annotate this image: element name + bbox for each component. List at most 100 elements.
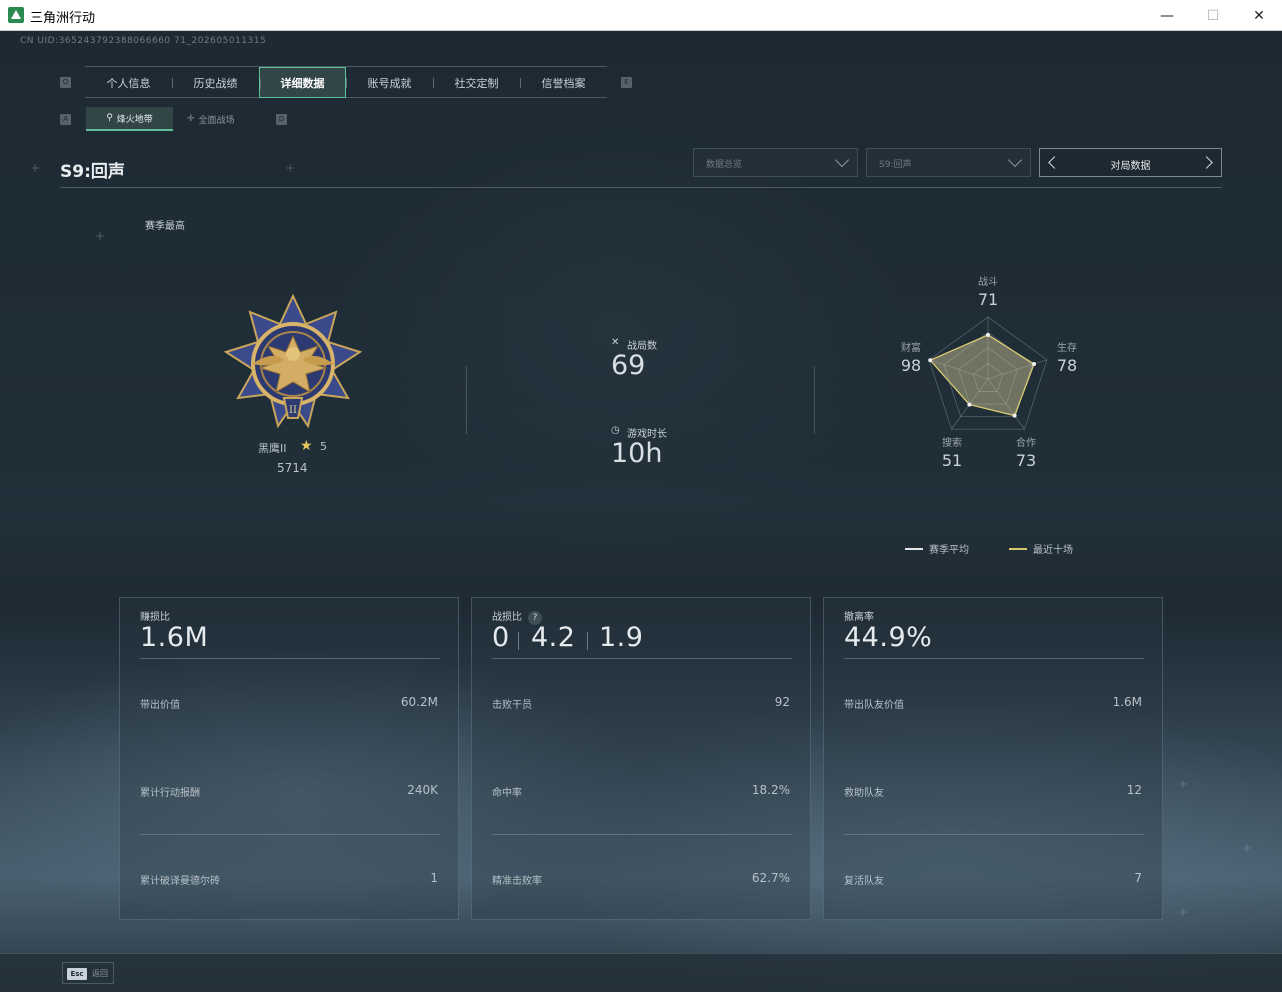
data-scope-dropdown[interactable]: 数据总览 xyxy=(693,148,858,177)
tab-personal-info[interactable]: 个人信息 xyxy=(85,67,172,98)
back-label: 返回 xyxy=(92,969,108,978)
clock-icon: ◷ xyxy=(611,425,620,436)
profit-panel: 赚损比 1.6M 带出价值 60.2M 累计行动报酬 240K 累计破译曼德尔砖… xyxy=(119,597,459,920)
tab-social[interactable]: 社交定制 xyxy=(433,67,520,98)
deco-plus-icon: + xyxy=(1178,905,1189,919)
total-reward-label: 累计行动报酬 xyxy=(140,788,200,799)
header-divider xyxy=(60,187,1222,188)
legend-swatch xyxy=(905,547,923,550)
teammates-helped-label: 救助队友 xyxy=(844,788,884,799)
section-divider xyxy=(466,366,467,434)
radar-point xyxy=(1031,362,1036,367)
panel-divider xyxy=(140,658,440,659)
tab-match-history[interactable]: 历史战绩 xyxy=(172,67,259,98)
teammates-revived-label: 复活队友 xyxy=(844,876,884,887)
window-title: 三角洲行动 xyxy=(30,11,96,26)
radar-point xyxy=(986,332,990,337)
subtab-warfare-label: 全面战场 xyxy=(198,115,235,126)
tab-reputation[interactable]: 信誉档案 xyxy=(520,67,607,98)
radar-series-season-average xyxy=(929,334,1035,417)
maximize-button[interactable]: ☐ xyxy=(1190,0,1236,31)
data-scope-value: 数据总览 xyxy=(706,160,743,170)
decoded-bricks-label: 累计破译曼德尔砖 xyxy=(140,876,220,887)
mode-subtabs: ⚲ 烽火地带 ✛ 全面战场 xyxy=(86,107,249,131)
chevron-down-icon xyxy=(834,152,850,168)
extraction-rate-value: 44.9% xyxy=(844,622,933,653)
headshot-rate-label: 精准击败率 xyxy=(492,876,542,887)
deco-plus-icon: + xyxy=(285,161,296,175)
subtab-prev-key-hint[interactable]: A xyxy=(60,114,71,125)
crosshair-icon: ✛ xyxy=(187,114,195,124)
rank-star-count: 5 xyxy=(320,440,327,453)
panel-divider xyxy=(844,658,1144,659)
radar-axis-search-value: 51 xyxy=(941,451,963,470)
radar-icon: ⚲ xyxy=(106,113,113,123)
radar-point xyxy=(967,402,972,407)
tab-prev-key-hint[interactable]: Q xyxy=(60,77,71,88)
teammate-value: 1.6M xyxy=(1112,695,1142,709)
main-tabs: 个人信息 历史战绩 详细数据 账号成就 社交定制 信誉档案 xyxy=(85,66,607,98)
legend-season-average: 赛季平均 xyxy=(905,541,969,556)
deco-plus-icon: + xyxy=(95,229,106,243)
decoded-bricks-value: 1 xyxy=(430,871,438,885)
extraction-rate-label: 撤离率 xyxy=(844,612,874,623)
panel-divider xyxy=(492,834,792,835)
operators-killed-value: 92 xyxy=(774,695,790,709)
radar-axis-teamwork-value: 73 xyxy=(1015,451,1037,470)
season-dropdown-value: S9:回声 xyxy=(879,160,912,170)
profit-ratio-label: 赚损比 xyxy=(140,612,170,623)
kd-value-1: 0 xyxy=(492,622,510,653)
teammate-value-label: 带出队友价值 xyxy=(844,700,904,711)
legend-swatch xyxy=(1009,547,1027,550)
total-reward-value: 240K xyxy=(407,783,438,797)
season-dropdown[interactable]: S9:回声 xyxy=(866,148,1031,177)
kd-separator xyxy=(587,632,588,650)
subtab-operations[interactable]: ⚲ 烽火地带 xyxy=(86,107,173,131)
deco-plus-icon: + xyxy=(1178,777,1189,791)
radar-point xyxy=(1012,413,1017,418)
radar-axis-combat-label: 战斗 xyxy=(978,277,998,288)
tab-achievements[interactable]: 账号成就 xyxy=(346,67,433,98)
season-title: S9:回声 xyxy=(60,162,125,182)
chevron-down-icon xyxy=(1007,152,1023,168)
crossed-swords-icon: ✕ xyxy=(611,337,620,348)
player-uid: CN UID:365243792388066660 71_20260501131… xyxy=(20,36,267,46)
rank-name: 黑鹰II xyxy=(258,442,287,455)
teammates-helped-value: 12 xyxy=(1126,783,1142,797)
svg-text:II: II xyxy=(289,405,297,416)
headshot-rate-value: 62.7% xyxy=(751,871,790,885)
close-button[interactable]: ✕ xyxy=(1236,0,1282,31)
legend-season-average-label: 赛季平均 xyxy=(929,545,969,556)
kd-separator xyxy=(518,632,519,650)
star-icon: ★ xyxy=(300,438,313,454)
radar-axis-combat-value: 71 xyxy=(977,290,999,309)
kd-value-3: 1.9 xyxy=(599,622,644,653)
subtab-warfare[interactable]: ✛ 全面战场 xyxy=(173,107,249,131)
deco-plus-icon: + xyxy=(30,161,41,175)
match-data-nav: 对局数据 xyxy=(1039,148,1222,177)
section-divider xyxy=(814,366,815,434)
legend-recent-ten: 最近十场 xyxy=(1009,541,1073,556)
tab-detailed-data[interactable]: 详细数据 xyxy=(259,67,346,98)
kd-value-2: 4.2 xyxy=(531,622,576,653)
legend-recent-ten-label: 最近十场 xyxy=(1033,545,1073,556)
esc-key-icon: Esc xyxy=(67,968,87,980)
game-viewport: + + + + + + CN UID:365243792388066660 71… xyxy=(0,31,1282,992)
minimize-button[interactable]: — xyxy=(1144,0,1190,31)
extracted-value-label: 带出价值 xyxy=(140,700,180,711)
radar-point xyxy=(928,358,933,363)
rank-score: 5714 xyxy=(277,461,308,475)
panel-divider xyxy=(140,834,440,835)
match-nav-label[interactable]: 对局数据 xyxy=(1040,157,1221,172)
deco-plus-icon: + xyxy=(1242,841,1253,855)
kd-panel: 战损比? 0 4.2 1.9 击败干员 92 命中率 18.2% 精准击败率 6… xyxy=(471,597,811,920)
profit-ratio-value: 1.6M xyxy=(140,622,209,653)
bottom-bar: Esc 返回 xyxy=(0,953,1282,992)
subtab-next-key-hint[interactable]: D xyxy=(276,114,287,125)
tab-next-key-hint[interactable]: E xyxy=(621,77,632,88)
accuracy-label: 命中率 xyxy=(492,788,522,799)
back-button[interactable]: Esc 返回 xyxy=(62,962,114,984)
playtime-value: 10h xyxy=(611,438,663,469)
subtab-operations-label: 烽火地带 xyxy=(116,114,153,125)
teammates-revived-value: 7 xyxy=(1134,871,1142,885)
